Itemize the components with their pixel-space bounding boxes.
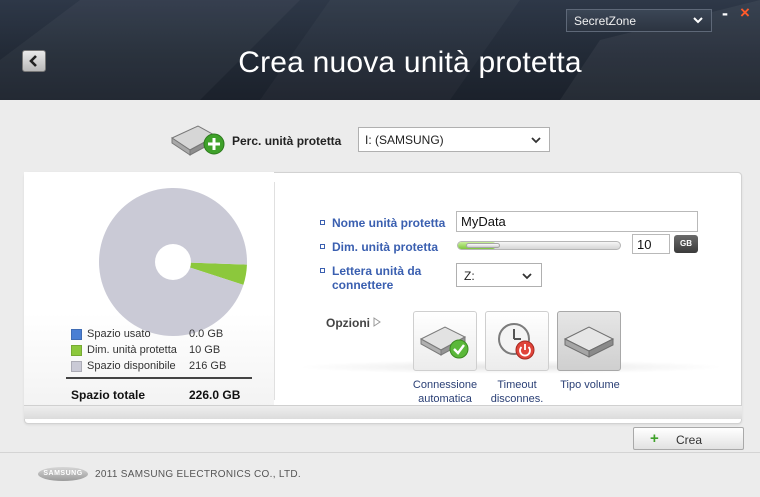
auto-connect-caption: Connessione automatica [412,379,478,405]
drive-letter-select[interactable]: Z: [456,263,542,287]
drive-name-input[interactable] [456,211,698,232]
drive-letter-value: Z: [464,269,475,283]
chevron-down-icon [531,137,541,144]
legend-used-value: 0.0 GB [189,328,224,340]
volume-type-option[interactable] [557,311,621,371]
samsung-logo: SAMSUNG [38,467,88,481]
size-unit-button[interactable]: GB [674,235,698,253]
legend-used-label: Spazio usato [87,328,151,340]
timeout-disconnect-option[interactable] [485,311,549,371]
header-bar: Crea nuova unità protetta SecretZone - × [0,0,760,100]
legend-protected-label: Dim. unità protetta [87,344,177,356]
letter-field-label-text: Lettera unità da connettere [332,264,422,292]
legend-protected-value: 10 GB [189,344,221,356]
legend-available-swatch [71,361,82,372]
clock-power-icon [498,323,535,360]
bullet-icon [320,244,325,249]
path-select-value: I: (SAMSUNG) [365,133,444,147]
options-label: Opzioni [326,316,370,330]
secret-zone-value: SecretZone [574,14,637,28]
legend-available-value: 216 GB [189,360,227,372]
pie-center-hole [155,244,191,280]
secret-zone-select[interactable]: SecretZone [566,9,712,32]
minimize-button[interactable]: - [722,4,728,22]
legend-used-swatch [71,329,82,340]
auto-connect-option[interactable] [413,311,477,371]
path-select[interactable]: I: (SAMSUNG) [358,127,550,152]
triangle-right-icon [373,317,381,327]
copyright-text: 2011 SAMSUNG ELECTRONICS CO., LTD. [95,469,301,480]
drive-icon [563,326,615,358]
size-slider-thumb[interactable] [466,243,500,248]
path-row: Perc. unità protetta I: (SAMSUNG) [0,120,760,160]
legend-divider [66,377,252,379]
path-label: Perc. unità protetta [232,134,342,148]
create-button-label: Crea [676,433,703,447]
create-button[interactable]: + Crea [633,427,744,450]
size-input[interactable] [632,234,670,254]
total-space-label: Spazio totale [71,388,146,402]
legend-available-label: Spazio disponibile [87,360,176,372]
footer-divider [0,452,760,453]
volume-type-caption: Tipo volume [560,379,620,391]
bullet-icon [320,220,325,225]
panel-bottom-strip [24,405,742,419]
page-title: Crea nuova unità protetta [238,46,582,79]
plus-icon: + [650,430,659,447]
close-button[interactable]: × [740,4,750,21]
legend-protected-swatch [71,345,82,356]
drive-check-icon [419,326,469,359]
chevron-down-icon [693,17,703,24]
name-field-label-text: Nome unità protetta [332,216,446,230]
bullet-icon [320,268,325,273]
size-slider[interactable] [457,241,621,250]
size-field-label-text: Dim. unità protetta [332,240,439,254]
drive-add-icon [170,125,225,156]
total-space-value: 226.0 GB [189,388,241,402]
timeout-disconnect-caption: Timeout disconnes. [490,379,544,405]
disk-usage-pie-chart [99,188,248,337]
panel-divider [274,182,275,400]
chevron-down-icon [522,273,532,280]
